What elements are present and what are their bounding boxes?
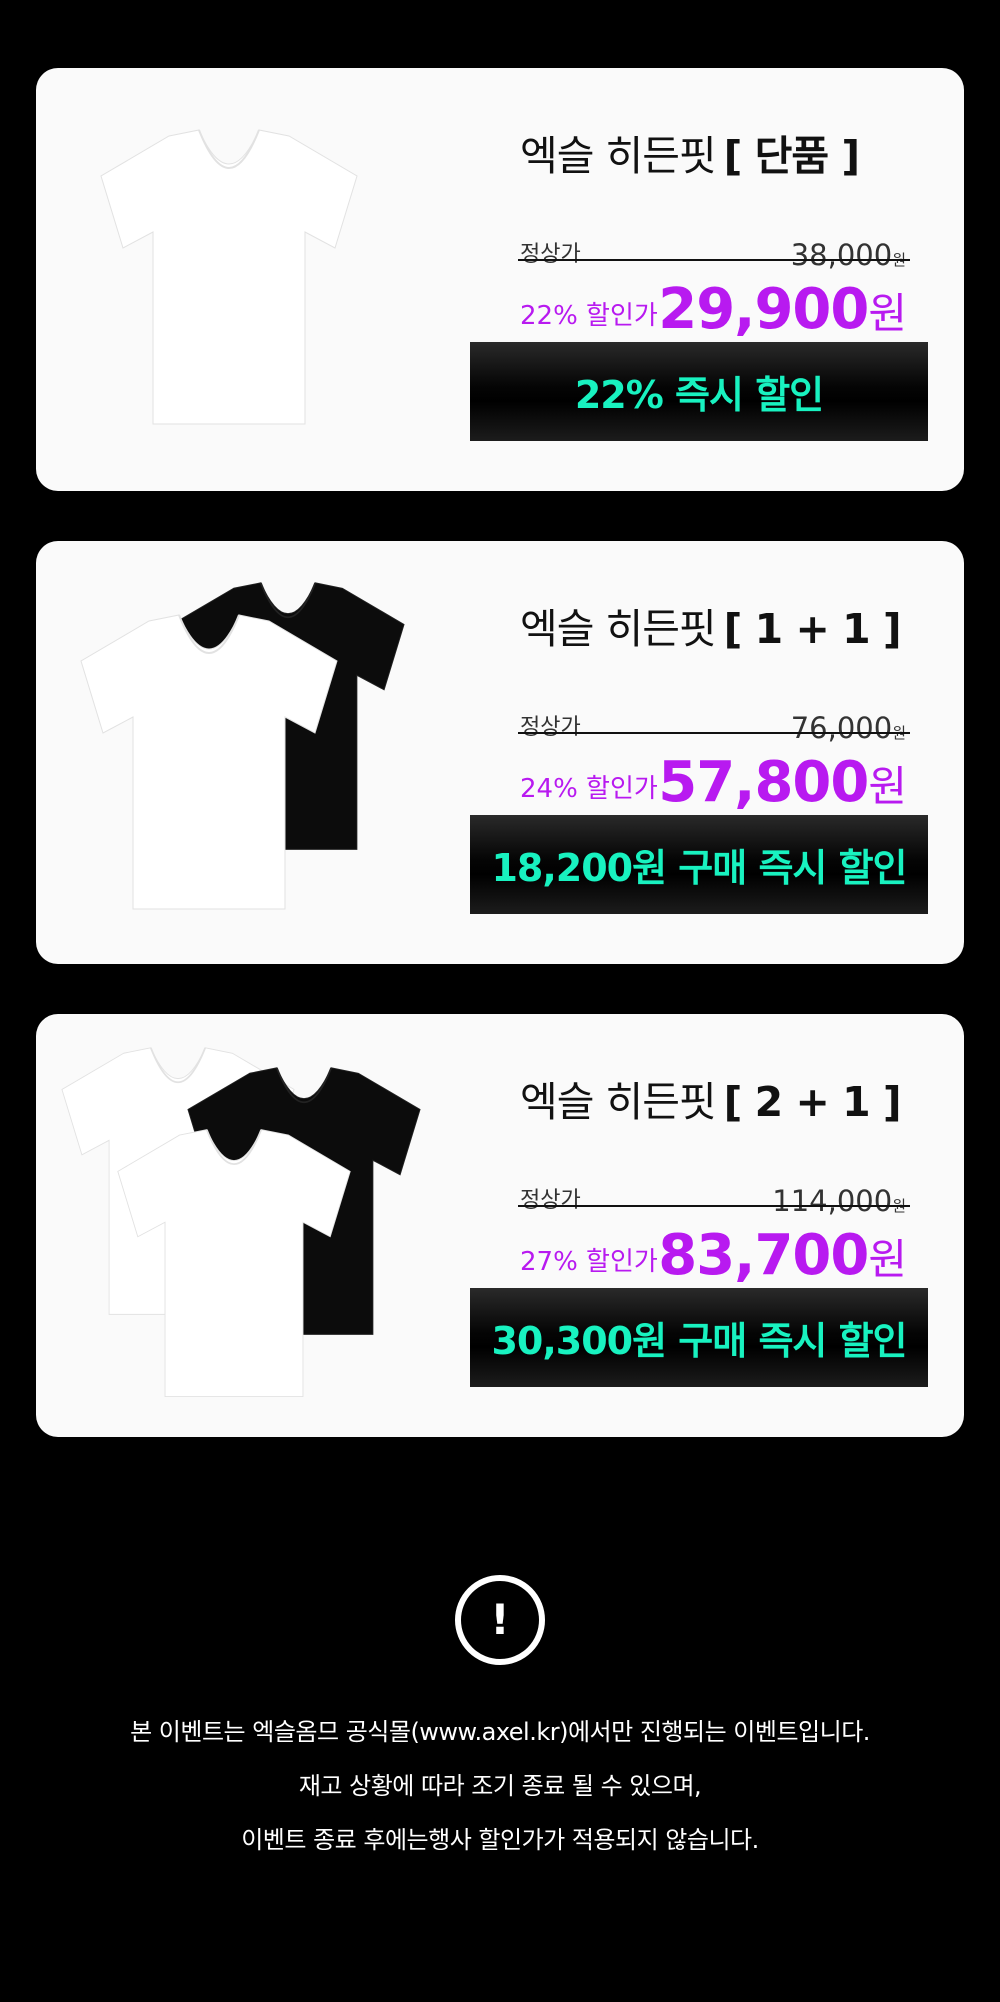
product-card-2plus1[interactable]: 엑슬 히든핏[ 2 + 1 ] 정상가 114,000원 27% 할인가 83,… <box>36 1014 964 1437</box>
product-option: [ 2 + 1 ] <box>723 1078 902 1126</box>
regular-price: 38,000원 <box>790 238 906 272</box>
regular-price-label: 정상가 <box>520 242 581 267</box>
product-card-1plus1[interactable]: 엑슬 히든핏[ 1 + 1 ] 정상가 76,000원 24% 할인가 57,8… <box>36 541 964 964</box>
white-tshirt-icon <box>98 128 360 428</box>
discount-label: 27% 할인가 <box>520 1247 658 1277</box>
banner-text: 30,300원 구매 즉시 할인 <box>491 1319 907 1363</box>
white-tshirt-icon <box>116 1114 352 1414</box>
product-image[interactable] <box>36 68 466 491</box>
banner-text: 22% 즉시 할인 <box>574 373 824 417</box>
discount-banner-button[interactable]: 22% 즉시 할인 <box>470 342 928 441</box>
regular-price-row: 정상가 38,000원 <box>518 238 910 272</box>
discount-banner-button[interactable]: 30,300원 구매 즉시 할인 <box>470 1288 928 1387</box>
sale-price-row: 24% 할인가 57,800원 <box>520 750 907 815</box>
regular-price: 114,000원 <box>772 1184 906 1218</box>
exclamation-icon: ! <box>455 1575 545 1665</box>
regular-price-row: 정상가 114,000원 <box>518 1184 910 1218</box>
product-image[interactable] <box>36 1014 466 1437</box>
product-option: [ 단품 ] <box>723 132 860 180</box>
notice-line-1: 본 이벤트는 엑슬옴므 공식몰(www.axel.kr)에서만 진행되는 이벤트… <box>130 1718 870 1746</box>
product-card-single[interactable]: 엑슬 히든핏[ 단품 ] 정상가 38,000원 22% 할인가 29,900원… <box>36 68 964 491</box>
strikethrough-line <box>518 732 910 734</box>
product-name: 엑슬 히든핏 <box>520 605 717 653</box>
white-tshirt-icon <box>78 613 340 913</box>
sale-price: 83,700원 <box>658 1223 907 1288</box>
regular-price-row: 정상가 76,000원 <box>518 711 910 745</box>
notice-line-3: 이벤트 종료 후에는행사 할인가가 적용되지 않습니다. <box>241 1826 759 1854</box>
discount-label: 24% 할인가 <box>520 774 658 804</box>
banner-text: 18,200원 구매 즉시 할인 <box>491 846 907 890</box>
product-option: [ 1 + 1 ] <box>723 605 902 653</box>
regular-price-label: 정상가 <box>520 1188 581 1213</box>
regular-price: 76,000원 <box>790 711 906 745</box>
discount-banner-button[interactable]: 18,200원 구매 즉시 할인 <box>470 815 928 914</box>
strikethrough-line <box>518 1205 910 1207</box>
notice-line-2: 재고 상황에 따라 조기 종료 될 수 있으며, <box>298 1772 702 1800</box>
product-title: 엑슬 히든핏[ 2 + 1 ] <box>520 1068 902 1128</box>
product-title: 엑슬 히든핏[ 단품 ] <box>520 122 860 182</box>
discount-label: 22% 할인가 <box>520 301 658 331</box>
sale-price-row: 27% 할인가 83,700원 <box>520 1223 907 1288</box>
regular-price-label: 정상가 <box>520 715 581 740</box>
product-name: 엑슬 히든핏 <box>520 1078 717 1126</box>
product-image[interactable] <box>36 541 466 964</box>
sale-price: 29,900원 <box>658 277 907 342</box>
sale-price-row: 22% 할인가 29,900원 <box>520 277 907 342</box>
strikethrough-line <box>518 259 910 261</box>
product-title: 엑슬 히든핏[ 1 + 1 ] <box>520 595 902 655</box>
product-name: 엑슬 히든핏 <box>520 132 717 180</box>
sale-price: 57,800원 <box>658 750 907 815</box>
